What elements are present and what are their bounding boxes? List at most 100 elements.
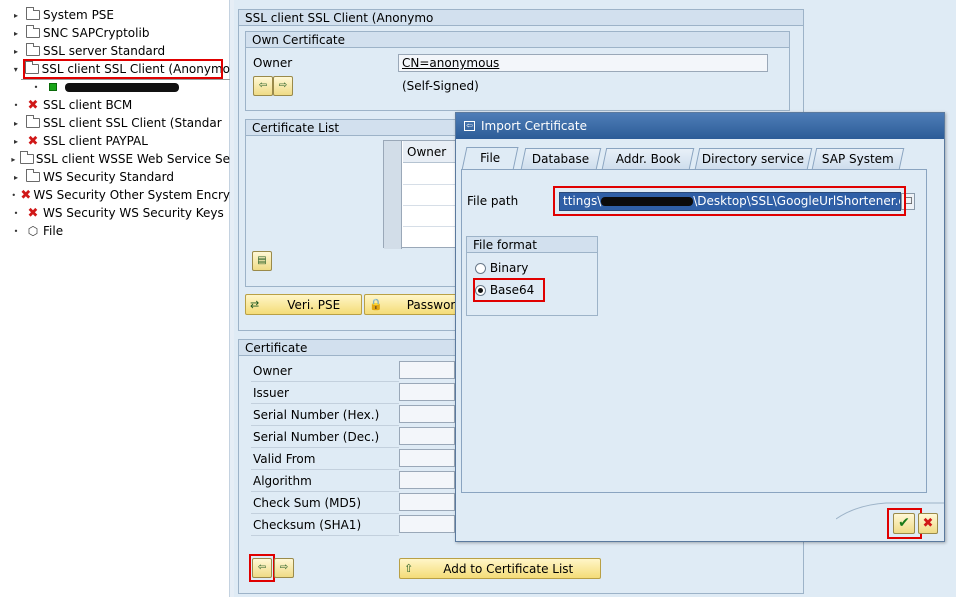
certificate-field-value (399, 361, 455, 379)
tab-label: Directory service (702, 152, 805, 166)
error-x-icon: ✖ (27, 97, 39, 113)
highlight-box-file-path (553, 186, 906, 216)
expand-arrow-icon[interactable]: ▸ (11, 11, 21, 20)
tree-node-certificate-entry[interactable]: • (0, 78, 230, 96)
certificate-field-label: Checksum (SHA1) (253, 518, 362, 532)
tree-node[interactable]: ▸ WS Security Standard (0, 168, 230, 186)
file-tab-panel (461, 169, 927, 493)
expand-arrow-icon[interactable]: ▸ (11, 47, 21, 56)
export-certificate-button[interactable]: ⇨ (274, 558, 294, 578)
column-header-owner[interactable]: Owner (403, 141, 458, 163)
row-selector-column[interactable] (384, 141, 402, 249)
leaf-bullet-icon: • (13, 208, 19, 218)
show-certificate-button[interactable]: ▤ (252, 251, 272, 271)
own-certificate-header: Own Certificate (246, 32, 789, 48)
tree-node-label: File (43, 224, 64, 238)
expand-arrow-icon[interactable]: ▸ (11, 137, 21, 146)
error-x-icon: ✖ (27, 205, 39, 221)
tab-label: SAP System (821, 152, 894, 166)
radio-binary[interactable]: Binary (475, 261, 528, 275)
certificate-field-value (399, 515, 455, 533)
certificate-field-value (399, 449, 455, 467)
verify-pse-button[interactable]: ⇄ Veri. PSE (245, 294, 362, 315)
tree-node-label: SSL server Standard (43, 44, 166, 58)
folder-icon (25, 7, 41, 22)
tree-node[interactable]: • ✖ WS Security WS Security Keys (0, 204, 230, 222)
tree-node-label: WS Security Other System Encry (33, 188, 230, 202)
tree-node[interactable]: • ⬡ File (0, 222, 230, 240)
certificate-field-value (399, 493, 455, 511)
tree-node[interactable]: ▸ SSL client WSSE Web Service Se (0, 150, 230, 168)
leaf-bullet-icon: • (33, 82, 39, 92)
export-own-cert-button[interactable]: ⇨ (273, 76, 293, 96)
lock-icon: 🔒 (369, 298, 383, 311)
tab-sap-system[interactable]: SAP System (811, 148, 905, 169)
owner-field: CN=anonymous (398, 54, 768, 72)
import-certificate-button[interactable]: ⇦ (252, 558, 272, 578)
certificate-field-value (399, 427, 455, 445)
cancel-x-icon[interactable]: ✖ (918, 513, 938, 534)
verify-icon: ⇄ (250, 298, 260, 311)
owner-value: CN=anonymous (402, 56, 500, 70)
expand-arrow-icon[interactable]: ▸ (11, 29, 21, 38)
tab-directory-service[interactable]: Directory service (694, 148, 813, 169)
dialog-icon: ⇦ (464, 121, 475, 131)
expand-arrow-icon[interactable]: ▸ (11, 173, 21, 182)
folder-icon (25, 169, 41, 184)
collapse-arrow-icon[interactable]: ▾ (11, 65, 20, 74)
tab-database[interactable]: Database (520, 148, 602, 169)
tree-node[interactable]: ▸ SSL client SSL Client (Standar (0, 114, 230, 132)
file-format-group: File format (466, 236, 598, 316)
import-certificate-dialog: ⇦ Import Certificate File Database Addr. B… (455, 112, 945, 542)
cube-icon: ⬡ (27, 224, 39, 238)
certificate-field-value (399, 383, 455, 401)
add-to-certificate-list-button[interactable]: ⇧ Add to Certificate List (399, 558, 601, 579)
certificate-field-value (399, 471, 455, 489)
tree-node-label: SNC SAPCryptolib (43, 26, 150, 40)
tab-label: Addr. Book (615, 152, 681, 166)
self-signed-label: (Self-Signed) (402, 79, 479, 93)
dialog-title: Import Certificate (481, 119, 587, 133)
tree-node[interactable]: ▸ SSL server Standard (0, 42, 230, 60)
radio-binary-circle[interactable] (475, 263, 486, 274)
highlight-box-base64 (473, 278, 545, 302)
verify-pse-label: Veri. PSE (287, 297, 341, 312)
tree-node[interactable]: • ✖ SSL client BCM (0, 96, 230, 114)
folder-icon (25, 25, 41, 40)
folder-icon (25, 43, 41, 58)
certificate-status-icon (45, 80, 61, 94)
tree-node-label: System PSE (43, 8, 114, 22)
tree-node[interactable]: ▸ ✖ SSL client PAYPAL (0, 132, 230, 150)
certificate-field-label: Serial Number (Dec.) (253, 430, 380, 444)
certificate-field-value (399, 405, 455, 423)
radio-binary-label: Binary (489, 261, 529, 275)
tree-node[interactable]: ▸ System PSE (0, 6, 230, 24)
expand-arrow-icon[interactable]: ▸ (11, 119, 21, 128)
add-to-certificate-list-label: Add to Certificate List (443, 561, 574, 576)
tree-divider (21, 79, 230, 80)
folder-icon (19, 151, 34, 166)
confirm-checkmark-icon[interactable]: ✔ (893, 513, 915, 534)
certificate-field-label: Owner (253, 364, 293, 378)
tree-node-label: SSL client WSSE Web Service Se (35, 152, 230, 166)
tree-node-label: SSL client PAYPAL (43, 134, 148, 148)
password-label: Password (406, 297, 456, 312)
certificate-list-table: Owner (383, 140, 458, 249)
file-format-header: File format (467, 237, 597, 253)
tree-node[interactable]: • ✖ WS Security Other System Encry (0, 186, 230, 204)
certificate-field-label: Check Sum (MD5) (253, 496, 362, 510)
error-x-icon: ✖ (27, 133, 39, 149)
tab-addr-book[interactable]: Addr. Book (601, 148, 695, 169)
certificate-field-label: Issuer (253, 386, 289, 400)
tree-node[interactable]: ▸ SNC SAPCryptolib (0, 24, 230, 42)
tree-node-label: SSL client SSL Client (Standar (43, 116, 222, 130)
expand-arrow-icon[interactable]: ▸ (11, 155, 16, 164)
import-own-cert-button[interactable]: ⇦ (253, 76, 273, 96)
dialog-title-bar[interactable]: ⇦ Import Certificate (456, 113, 944, 139)
password-button[interactable]: 🔒 Password (364, 294, 457, 315)
pse-tree: ▸ System PSE ▸ SNC SAPCryptolib ▸ SSL server … (0, 0, 230, 597)
redacted-certificate-name (65, 82, 179, 92)
splitter[interactable] (230, 0, 234, 597)
folder-icon (25, 115, 41, 130)
tab-file[interactable]: File (461, 147, 519, 170)
